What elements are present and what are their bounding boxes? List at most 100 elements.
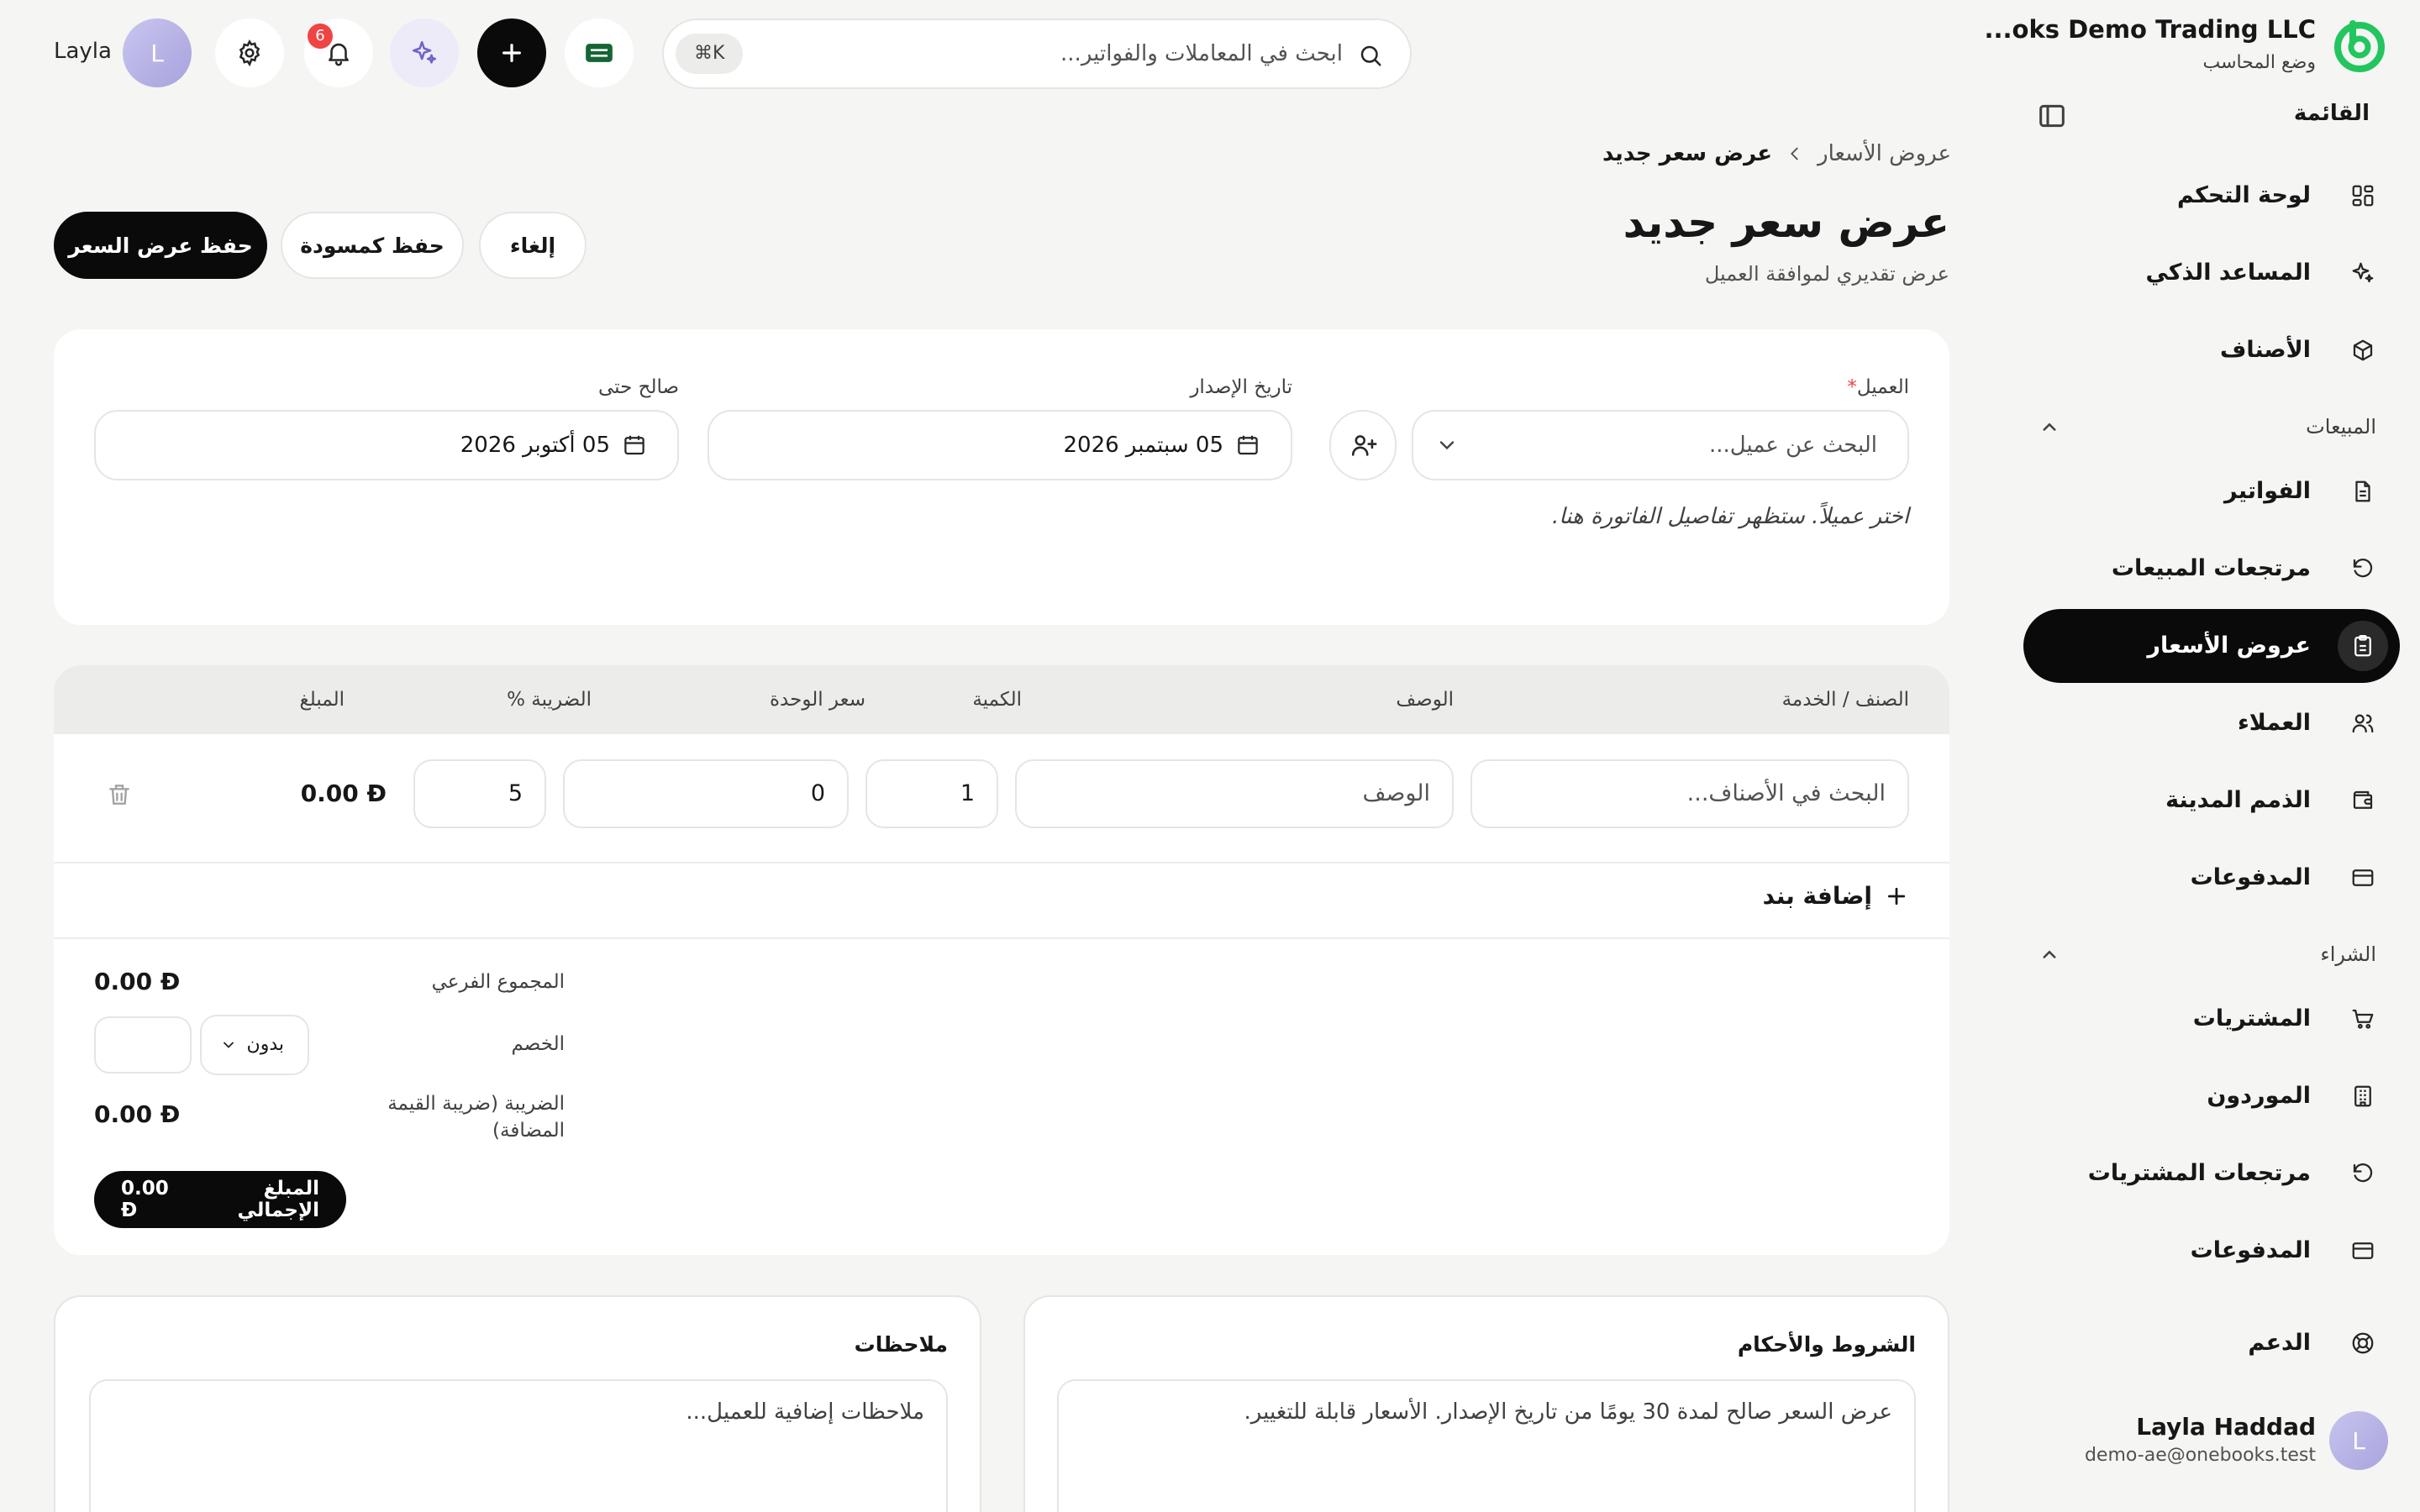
terms-title: الشروط والأحكام	[1737, 1332, 1916, 1357]
header-quantity: الكمية	[972, 689, 1022, 711]
quote-details-card: العميل* البحث عن عميل... تاريخ الإصدار 0…	[54, 329, 1949, 625]
wallet-icon	[2338, 775, 2388, 826]
valid-until-value: 05 أكتوبر 2026	[460, 433, 610, 458]
sidebar-item-label: الفواتير	[2224, 478, 2311, 504]
header-description: الوصف	[1396, 689, 1454, 711]
tax-rate-input[interactable]: 5	[413, 759, 546, 828]
banknote-button[interactable]	[565, 18, 634, 87]
customer-label: العميل*	[1847, 376, 1909, 398]
grand-total-label: المبلغ الإجمالي	[237, 1178, 319, 1221]
valid-until-picker[interactable]: 05 أكتوبر 2026	[94, 410, 679, 480]
line-amount: 0.00 Ð	[300, 780, 387, 807]
page-subtitle: عرض تقديري لموافقة العميل	[1704, 262, 1949, 286]
create-new-button[interactable]	[477, 18, 546, 87]
save-quote-button[interactable]: حفظ عرض السعر	[54, 212, 267, 279]
quantity-input[interactable]: 1	[865, 759, 998, 828]
user-plus-icon	[1349, 431, 1378, 459]
cancel-button[interactable]: إلغاء	[479, 212, 587, 279]
tax-total-value: 0.00 Ð	[94, 1100, 181, 1128]
menu-title: القائمة	[2293, 101, 2370, 126]
calendar-icon	[622, 433, 647, 458]
discount-type-select[interactable]: بدون	[200, 1015, 309, 1075]
sidebar-item-label: العملاء	[2237, 710, 2311, 736]
global-search-input[interactable]: ابحث في المعاملات والفواتير... ⌘K	[662, 18, 1412, 89]
item-search-input[interactable]: البحث في الأصناف...	[1470, 759, 1909, 828]
sidebar-item-invoices[interactable]: الفواتير	[2023, 454, 2400, 528]
chevron-left-icon	[1786, 144, 1804, 163]
discount-value-input[interactable]	[94, 1016, 192, 1074]
unit-price-input[interactable]: 0	[563, 759, 849, 828]
settings-button[interactable]	[215, 18, 284, 87]
add-line-button[interactable]: إضافة بند	[1763, 882, 1909, 910]
calendar-icon	[1235, 433, 1260, 458]
sidebar-item-support[interactable]: الدعم	[2023, 1306, 2400, 1380]
sidebar-item-label: الدعم	[2248, 1330, 2311, 1356]
top-username[interactable]: Layla	[54, 39, 112, 64]
sidebar-item-label: المدفوعات	[2190, 1237, 2311, 1263]
description-input[interactable]: الوصف	[1015, 759, 1454, 828]
valid-until-label: صالح حتى	[597, 376, 679, 398]
trash-icon	[106, 781, 133, 808]
user-name: Layla Haddad	[2136, 1413, 2316, 1441]
delete-line-button[interactable]	[106, 781, 133, 808]
grand-total-badge: المبلغ الإجمالي 0.00 Ð	[94, 1171, 346, 1228]
sidebar-item-purchase-returns[interactable]: مرتجعات المشتريات	[2023, 1137, 2400, 1210]
breadcrumb-quotes-link[interactable]: عروض الأسعار	[1818, 141, 1951, 166]
sidebar-item-receivables[interactable]: الذمم المدينة	[2023, 764, 2400, 837]
sidebar-item-sales-payments[interactable]: المدفوعات	[2023, 841, 2400, 915]
credit-card-icon	[2338, 853, 2388, 903]
sidebar-item-quotes[interactable]: عروض الأسعار	[2023, 609, 2400, 683]
banknote-icon	[582, 36, 616, 70]
header-tax: الضريبة %	[507, 689, 592, 711]
quantity-value: 1	[960, 780, 975, 806]
plus-icon	[1884, 884, 1909, 909]
chevron-down-icon	[220, 1037, 237, 1053]
notes-textarea[interactable]: ملاحظات إضافية للعميل...	[89, 1379, 948, 1512]
customer-select[interactable]: البحث عن عميل...	[1412, 410, 1909, 480]
tax-rate-value: 5	[508, 780, 523, 806]
notifications-count-badge: 6	[308, 24, 333, 49]
terms-textarea[interactable]: عرض السعر صالح لمدة 30 يومًا من تاريخ ال…	[1057, 1379, 1916, 1512]
subtotal-label: المجموع الفرعي	[431, 971, 565, 993]
customer-hint-text: اختر عميلاً. ستظهر تفاصيل الفاتورة هنا.	[1551, 504, 1909, 529]
rotate-ccw-icon	[2338, 1148, 2388, 1199]
sidebar-item-label: المدفوعات	[2190, 864, 2311, 890]
discount-label: الخصم	[511, 1033, 566, 1055]
issue-date-picker[interactable]: 05 سبتمبر 2026	[708, 410, 1292, 480]
chevron-up-icon[interactable]	[2037, 942, 2062, 968]
save-draft-button[interactable]: حفظ كمسودة	[281, 212, 464, 279]
breadcrumb-current: عرض سعر جديد	[1602, 141, 1773, 166]
sidebar-item-customers[interactable]: العملاء	[2023, 686, 2400, 760]
box-icon	[2338, 325, 2388, 375]
user-email: demo-ae@onebooks.test	[2084, 1445, 2316, 1466]
grand-total-value: 0.00 Ð	[121, 1178, 169, 1221]
header-amount: المبلغ	[299, 689, 345, 711]
issue-date-value: 05 سبتمبر 2026	[1063, 433, 1224, 458]
unit-price-value: 0	[810, 780, 825, 806]
add-customer-button[interactable]	[1329, 410, 1397, 480]
users-icon	[2338, 698, 2388, 748]
sidebar-item-suppliers[interactable]: الموردون	[2023, 1059, 2400, 1133]
purchase-section-title: الشراء	[2320, 942, 2376, 966]
line-items-card: الصنف / الخدمة الوصف الكمية سعر الوحدة ا…	[54, 665, 1949, 1255]
sidebar-item-ai-assistant[interactable]: المساعد الذكي	[2023, 236, 2400, 310]
sidebar-item-label: الذمم المدينة	[2165, 787, 2311, 813]
credit-card-icon	[2338, 1226, 2388, 1276]
notes-title: ملاحظات	[854, 1332, 948, 1357]
ai-assistant-button[interactable]	[390, 18, 459, 87]
item-search-placeholder: البحث في الأصناف...	[1686, 780, 1886, 806]
sidebar-item-purchases[interactable]: المشتريات	[2023, 982, 2400, 1056]
building-icon	[2338, 1071, 2388, 1121]
user-avatar[interactable]: L	[2329, 1411, 2388, 1470]
sidebar-item-dashboard[interactable]: لوحة التحكم	[2023, 159, 2400, 233]
sidebar-item-purchase-payments[interactable]: المدفوعات	[2023, 1214, 2400, 1288]
top-user-avatar[interactable]: L	[123, 18, 192, 87]
chevron-up-icon[interactable]	[2037, 415, 2062, 440]
sidebar-item-items[interactable]: الأصناف	[2023, 313, 2400, 387]
rotate-ccw-icon	[2338, 543, 2388, 594]
sidebar-collapse-button[interactable]	[2035, 99, 2069, 133]
sidebar-item-sales-returns[interactable]: مرتجعات المبيعات	[2023, 532, 2400, 606]
terms-text: عرض السعر صالح لمدة 30 يومًا من تاريخ ال…	[1244, 1399, 1892, 1425]
brand-logo-icon	[2331, 17, 2388, 74]
sidebar-item-label: المساعد الذكي	[2145, 260, 2311, 286]
